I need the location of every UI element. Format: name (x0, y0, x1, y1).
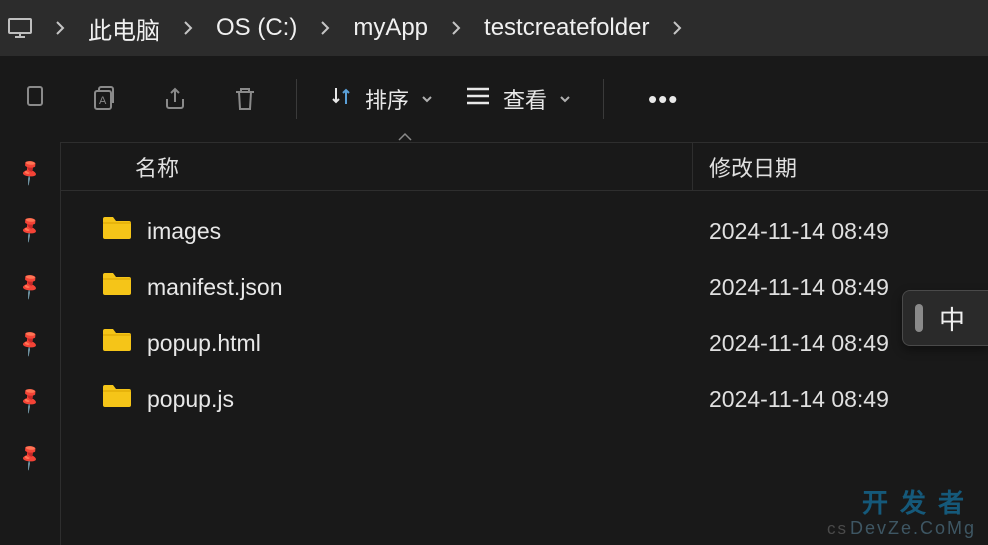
chevron-right-icon[interactable] (168, 20, 208, 36)
more-button[interactable]: ••• (620, 84, 706, 115)
view-button[interactable]: 查看 (449, 83, 587, 115)
file-name: popup.js (147, 386, 234, 413)
pin-icon[interactable]: 📌 (15, 442, 46, 472)
pin-icon[interactable]: 📌 (15, 214, 46, 244)
file-modified: 2024-11-14 08:49 (693, 330, 889, 357)
file-modified: 2024-11-14 08:49 (693, 218, 889, 245)
chevron-down-icon (559, 92, 571, 106)
file-modified: 2024-11-14 08:49 (693, 274, 889, 301)
breadcrumb-item-current[interactable]: testcreatefolder (476, 14, 657, 42)
breadcrumb: 此电脑 OS (C:) myApp testcreatefolder (0, 0, 988, 56)
ime-drag-handle[interactable] (915, 304, 923, 332)
breadcrumb-item-root[interactable]: 此电脑 (80, 11, 168, 46)
sort-label: 排序 (365, 83, 409, 115)
list-item[interactable]: popup.html 2024-11-14 08:49 (61, 315, 988, 371)
watermark: 开发者 csDevZe.CoMg (827, 483, 976, 539)
file-name: popup.html (147, 330, 261, 357)
ime-mode: 中 (939, 300, 965, 337)
list-item[interactable]: manifest.json 2024-11-14 08:49 (61, 259, 988, 315)
pin-icon[interactable]: 📌 (15, 157, 46, 187)
share-icon (140, 71, 210, 127)
quick-access-sidebar: 📌 📌 📌 📌 📌 📌 (0, 142, 60, 545)
watermark-line1: 开发者 (827, 483, 976, 520)
copy-icon: A (70, 71, 140, 127)
watermark-prefix: cs (827, 519, 848, 538)
pc-icon[interactable] (0, 17, 40, 39)
column-name[interactable]: 名称 (61, 143, 693, 190)
ime-indicator[interactable]: 中 (902, 290, 988, 346)
watermark-line2: DevZe.CoMg (850, 518, 976, 538)
breadcrumb-item-folder[interactable]: myApp (345, 14, 436, 42)
sort-indicator-icon (397, 129, 413, 145)
toolbar: A 排序 查看 (0, 56, 988, 142)
pin-icon[interactable]: 📌 (15, 385, 46, 415)
list-item[interactable]: popup.js 2024-11-14 08:49 (61, 371, 988, 427)
cut-icon (0, 71, 70, 127)
breadcrumb-item-drive[interactable]: OS (C:) (208, 14, 305, 42)
column-modified[interactable]: 修改日期 (693, 151, 797, 183)
svg-text:A: A (99, 95, 107, 107)
chevron-right-icon[interactable] (436, 20, 476, 36)
folder-icon (101, 327, 133, 359)
chevron-right-icon[interactable] (40, 20, 80, 36)
file-modified: 2024-11-14 08:49 (693, 386, 889, 413)
toolbar-divider (603, 79, 604, 119)
toolbar-divider (296, 79, 297, 119)
folder-icon (101, 383, 133, 415)
file-name: manifest.json (147, 274, 283, 301)
view-label: 查看 (503, 83, 547, 115)
pin-icon[interactable]: 📌 (15, 271, 46, 301)
chevron-down-icon (421, 92, 433, 106)
chevron-right-icon[interactable] (305, 20, 345, 36)
folder-icon (101, 271, 133, 303)
file-name: images (147, 218, 221, 245)
file-list: images 2024-11-14 08:49 manifest.json 20… (61, 191, 988, 427)
delete-icon (210, 71, 280, 127)
sort-icon (329, 84, 353, 114)
pin-icon[interactable]: 📌 (15, 328, 46, 358)
column-headers: 名称 修改日期 (61, 143, 988, 191)
view-icon (465, 86, 491, 112)
folder-icon (101, 215, 133, 247)
chevron-right-icon[interactable] (657, 20, 697, 36)
sort-button[interactable]: 排序 (313, 83, 449, 115)
list-item[interactable]: images 2024-11-14 08:49 (61, 203, 988, 259)
